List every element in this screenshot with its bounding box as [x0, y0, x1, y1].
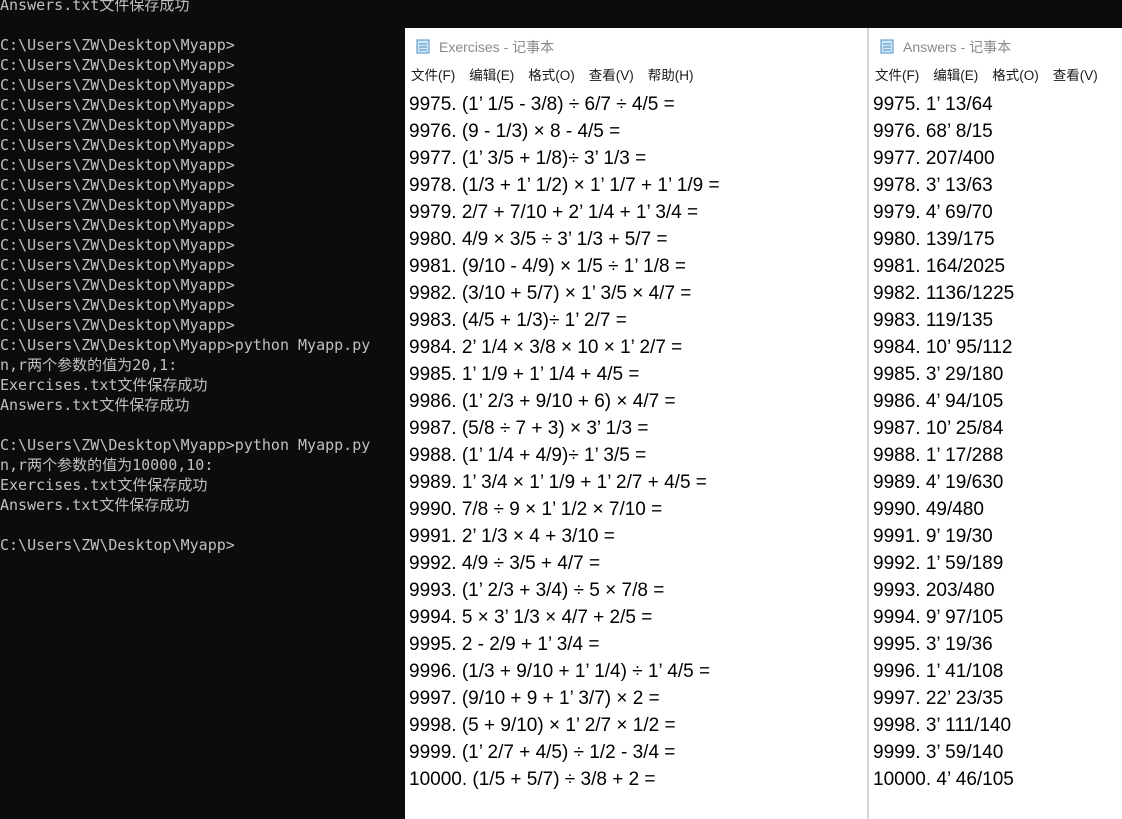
console-line: C:\Users\ZW\Desktop\Myapp>	[0, 256, 235, 274]
console-line: C:\Users\ZW\Desktop\Myapp>python Myapp.p…	[0, 436, 371, 454]
window-title: Answers - 记事本	[903, 39, 1012, 55]
answers-notepad-window[interactable]: Answers - 记事本 文件(F) 编辑(E) 格式(O) 查看(V) 9975.…	[869, 28, 1122, 819]
exercises-notepad-window[interactable]: Exercises - 记事本 文件(F) 编辑(E) 格式(O) 查看(V) 帮助(H…	[405, 28, 867, 819]
text-line: 9981. (9/10 - 4/9) × 1/5 ÷ 1’ 1/8 =	[409, 256, 686, 277]
text-line: 9975. 1’ 13/64	[873, 94, 993, 115]
text-line: 9987. (5/8 ÷ 7 + 3) × 3’ 1/3 =	[409, 418, 649, 439]
text-line: 9977. (1’ 3/5 + 1/8)÷ 3’ 1/3 =	[409, 148, 647, 169]
text-line: 9979. 4’ 69/70	[873, 202, 993, 223]
text-line: 9984. 2’ 1/4 × 3/8 × 10 × 1’ 2/7 =	[409, 337, 683, 358]
menu-item[interactable]: 查看(V)	[1046, 64, 1105, 88]
text-line: 9997. (9/10 + 9 + 1’ 3/7) × 2 =	[409, 688, 660, 709]
console-line: C:\Users\ZW\Desktop\Myapp>	[0, 276, 235, 294]
text-line: 9999. (1’ 2/7 + 4/5) ÷ 1/2 - 3/4 =	[409, 742, 676, 763]
text-line: 9994. 5 × 3’ 1/3 × 4/7 + 2/5 =	[409, 607, 653, 628]
text-line: 9992. 1’ 59/189	[873, 553, 1004, 574]
text-line: 9989. 4’ 19/630	[873, 472, 1004, 493]
console-line: C:\Users\ZW\Desktop\Myapp>	[0, 96, 235, 114]
notepad-icon	[880, 39, 894, 54]
text-line: 9992. 4/9 ÷ 3/5 + 4/7 =	[409, 553, 601, 574]
console-line: n,r两个参数的值为20,1:	[0, 356, 178, 374]
console-line: Answers.txt文件保存成功	[0, 396, 190, 414]
text-line: 9981. 164/2025	[873, 256, 1006, 277]
menu-item[interactable]: 帮助(H)	[641, 64, 701, 88]
console-line: C:\Users\ZW\Desktop\Myapp>python Myapp.p…	[0, 336, 371, 354]
text-line: 9978. (1/3 + 1’ 1/2) × 1’ 1/7 + 1’ 1/9 =	[409, 175, 720, 196]
text-line: 9993. 203/480	[873, 580, 995, 601]
text-line: 9986. (1’ 2/3 + 9/10 + 6) × 4/7 =	[409, 391, 676, 412]
window-title: Exercises - 记事本	[439, 39, 555, 55]
console-line: C:\Users\ZW\Desktop\Myapp>	[0, 36, 235, 54]
menu-item[interactable]: 编辑(E)	[926, 64, 985, 88]
text-line: 9984. 10’ 95/112	[873, 337, 1013, 358]
text-line: 9991. 9’ 19/30	[873, 526, 993, 547]
text-line: 9995. 3’ 19/36	[873, 634, 993, 655]
console-line: C:\Users\ZW\Desktop\Myapp>	[0, 176, 235, 194]
text-line: 9996. (1/3 + 9/10 + 1’ 1/4) ÷ 1’ 4/5 =	[409, 661, 711, 682]
text-line: 9998. 3’ 111/140	[873, 715, 1012, 736]
text-line: 9975. (1’ 1/5 - 3/8) ÷ 6/7 ÷ 4/5 =	[409, 94, 675, 115]
text-line: 9996. 1’ 41/108	[873, 661, 1004, 682]
console-line: C:\Users\ZW\Desktop\Myapp>	[0, 296, 235, 314]
menu-item[interactable]: 格式(O)	[985, 64, 1046, 88]
console-line: C:\Users\ZW\Desktop\Myapp>	[0, 216, 235, 234]
menu-bar: 文件(F) 编辑(E) 格式(O) 查看(V) 帮助(H)	[405, 64, 867, 88]
text-line: 9979. 2/7 + 7/10 + 2’ 1/4 + 1’ 3/4 =	[409, 202, 699, 223]
console-line: C:\Users\ZW\Desktop\Myapp>	[0, 116, 235, 134]
menu-item[interactable]: 文件(F)	[405, 64, 462, 88]
menu-item[interactable]: 文件(F)	[869, 64, 926, 88]
text-line: 9985. 1’ 1/9 + 1’ 1/4 + 4/5 =	[409, 364, 640, 385]
notepad-icon	[416, 39, 430, 54]
text-line: 9998. (5 + 9/10) × 1’ 2/7 × 1/2 =	[409, 715, 676, 736]
console-line: C:\Users\ZW\Desktop\Myapp>	[0, 316, 235, 334]
menu-bar: 文件(F) 编辑(E) 格式(O) 查看(V)	[869, 64, 1122, 88]
console-line: C:\Users\ZW\Desktop\Myapp>	[0, 536, 235, 554]
text-line: 9991. 2’ 1/3 × 4 + 3/10 =	[409, 526, 615, 547]
console-line: C:\Users\ZW\Desktop\Myapp>	[0, 236, 235, 254]
text-line: 9990. 49/480	[873, 499, 984, 520]
text-line: 9986. 4’ 94/105	[873, 391, 1004, 412]
text-line: 10000. (1/5 + 5/7) ÷ 3/8 + 2 =	[409, 769, 656, 790]
text-line: 9988. 1’ 17/288	[873, 445, 1004, 466]
text-line: 9989. 1’ 3/4 × 1’ 1/9 + 1’ 2/7 + 4/5 =	[409, 472, 707, 493]
console-line: C:\Users\ZW\Desktop\Myapp>	[0, 56, 235, 74]
title-bar[interactable]: Exercises - 记事本	[405, 28, 867, 64]
text-line: 9982. (3/10 + 5/7) × 1’ 3/5 × 4/7 =	[409, 283, 692, 304]
text-line: 9980. 4/9 × 3/5 ÷ 3’ 1/3 + 5/7 =	[409, 229, 668, 250]
text-line: 9993. (1’ 2/3 + 3/4) ÷ 5 × 7/8 =	[409, 580, 665, 601]
text-line: 9983. 119/135	[873, 310, 994, 331]
text-area[interactable]: 9975. (1’ 1/5 - 3/8) ÷ 6/7 ÷ 4/5 = 9976. …	[409, 91, 867, 793]
text-line: 9997. 22’ 23/35	[873, 688, 1004, 709]
text-line: 9994. 9’ 97/105	[873, 607, 1004, 628]
text-line: 9977. 207/400	[873, 148, 995, 169]
console-line: C:\Users\ZW\Desktop\Myapp>	[0, 136, 235, 154]
text-line: 9980. 139/175	[873, 229, 995, 250]
text-line: 9985. 3’ 29/180	[873, 364, 1004, 385]
console-line: C:\Users\ZW\Desktop\Myapp>	[0, 156, 235, 174]
text-line: 9999. 3’ 59/140	[873, 742, 1004, 763]
console-line: C:\Users\ZW\Desktop\Myapp>	[0, 76, 235, 94]
console-line: n,r两个参数的值为10000,10:	[0, 456, 214, 474]
console-line: Answers.txt文件保存成功	[0, 0, 190, 14]
text-area[interactable]: 9975. 1’ 13/64 9976. 68’ 8/15 9977. 207/40…	[873, 91, 1122, 793]
console-line: C:\Users\ZW\Desktop\Myapp>	[0, 196, 235, 214]
text-line: 10000. 4’ 46/105	[873, 769, 1014, 790]
menu-item[interactable]: 格式(O)	[521, 64, 582, 88]
text-line: 9987. 10’ 25/84	[873, 418, 1004, 439]
text-line: 9976. 68’ 8/15	[873, 121, 993, 142]
text-line: 9990. 7/8 ÷ 9 × 1’ 1/2 × 7/10 =	[409, 499, 663, 520]
text-line: 9995. 2 - 2/9 + 1’ 3/4 =	[409, 634, 600, 655]
text-line: 9982. 1136/1225	[873, 283, 1015, 304]
console-line: Exercises.txt文件保存成功	[0, 476, 208, 494]
menu-item[interactable]: 编辑(E)	[462, 64, 521, 88]
text-line: 9983. (4/5 + 1/3)÷ 1’ 2/7 =	[409, 310, 627, 331]
text-line: 9976. (9 - 1/3) × 8 - 4/5 =	[409, 121, 621, 142]
menu-item[interactable]: 查看(V)	[582, 64, 641, 88]
console-line: Answers.txt文件保存成功	[0, 496, 190, 514]
title-bar[interactable]: Answers - 记事本	[869, 28, 1122, 64]
text-line: 9988. (1’ 1/4 + 4/9)÷ 1’ 3/5 =	[409, 445, 647, 466]
text-line: 9978. 3’ 13/63	[873, 175, 993, 196]
console-line: Exercises.txt文件保存成功	[0, 376, 208, 394]
